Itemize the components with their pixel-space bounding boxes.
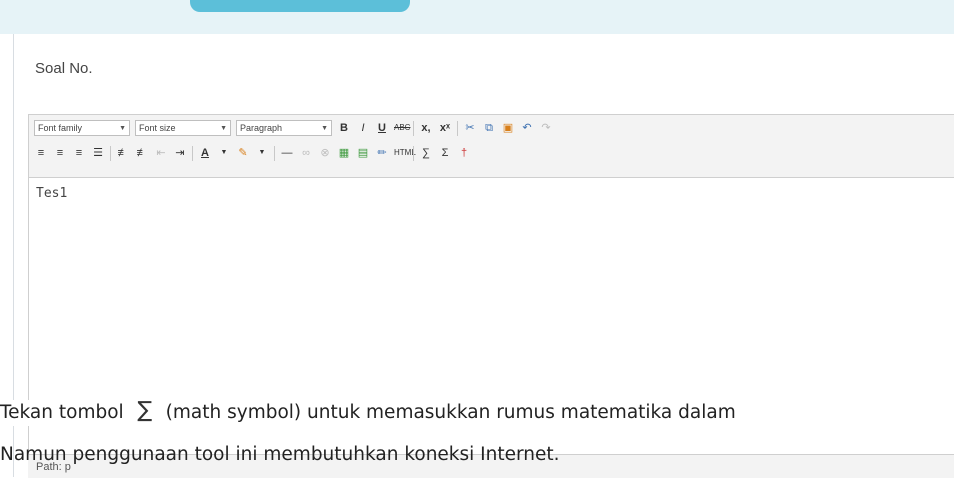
- math-equation-icon[interactable]: ∑: [419, 145, 433, 161]
- cut-icon[interactable]: ✂: [463, 120, 477, 136]
- instruction-line-2: Namun penggunaan tool ini membutuhkan ko…: [0, 444, 560, 465]
- paste-icon[interactable]: ▣: [501, 120, 515, 136]
- bold-button[interactable]: B: [337, 120, 351, 136]
- font-size-select[interactable]: Font size ▼: [135, 120, 231, 136]
- highlight-color-icon[interactable]: ✎: [236, 145, 250, 161]
- align-center-icon[interactable]: ≡: [53, 145, 67, 161]
- horizontal-rule-icon[interactable]: —: [280, 145, 294, 161]
- paragraph-select[interactable]: Paragraph ▼: [236, 120, 332, 136]
- editor-toolbar: Font family ▼ Font size ▼ Paragraph ▼ B I U…: [29, 115, 954, 178]
- chevron-down-icon[interactable]: ▼: [255, 145, 269, 161]
- unlink-icon[interactable]: ⊗: [318, 145, 332, 161]
- table-icon[interactable]: ▤: [356, 145, 370, 161]
- undo-icon[interactable]: ↶: [520, 120, 534, 136]
- italic-button[interactable]: I: [356, 120, 370, 136]
- instruction-prefix: Tekan tombol: [0, 402, 124, 423]
- toolbar-separator: [457, 120, 458, 136]
- toolbar-separator: [192, 145, 193, 161]
- toolbar-row-2: ≡ ≡ ≡ ☰ ≢ ≢ ⇤ ⇥ A ▼ ✎ ▼ — ∞ ⊗ ▦ ▤ ✏ HTML…: [34, 143, 471, 163]
- font-family-label: Font family: [38, 123, 83, 133]
- top-band: [0, 0, 954, 34]
- instruction-line-1: Tekan tombol ∑ (math symbol) untuk memasuk…: [0, 398, 736, 426]
- toolbar-separator: [274, 145, 275, 161]
- chevron-down-icon: ▼: [321, 124, 328, 132]
- underline-button[interactable]: U: [375, 120, 389, 136]
- chevron-down-icon: ▼: [119, 124, 126, 132]
- toolbar-row-1: Font family ▼ Font size ▼ Paragraph ▼ B I U…: [34, 118, 553, 138]
- html-source-icon[interactable]: HTML: [394, 145, 416, 161]
- editor-content: Tes1: [36, 186, 68, 201]
- toolbar-separator: [413, 145, 414, 161]
- text-color-icon[interactable]: A: [198, 145, 212, 161]
- edit-icon[interactable]: ✏: [375, 145, 389, 161]
- strikethrough-button[interactable]: ABC: [394, 120, 410, 136]
- paragraph-label: Paragraph: [240, 123, 283, 133]
- superscript-button[interactable]: xˣ: [438, 120, 452, 136]
- unordered-list-icon[interactable]: ≢: [135, 145, 149, 161]
- ordered-list-icon[interactable]: ≢: [116, 145, 130, 161]
- link-icon[interactable]: ∞: [299, 145, 313, 161]
- question-label: Soal No.: [35, 60, 93, 77]
- chevron-down-icon[interactable]: ▼: [217, 145, 231, 161]
- sigma-icon: ∑: [137, 398, 153, 423]
- image-icon[interactable]: ▦: [337, 145, 351, 161]
- special-symbol-icon[interactable]: †: [457, 145, 471, 161]
- align-right-icon[interactable]: ≡: [72, 145, 86, 161]
- active-tab-indicator[interactable]: [190, 0, 410, 12]
- indent-icon[interactable]: ⇥: [173, 145, 187, 161]
- copy-icon[interactable]: ⧉: [482, 120, 496, 136]
- redo-icon[interactable]: ↷: [539, 120, 553, 136]
- align-left-icon[interactable]: ≡: [34, 145, 48, 161]
- summation-icon[interactable]: Σ: [438, 145, 452, 161]
- toolbar-separator: [110, 145, 111, 161]
- font-size-label: Font size: [139, 123, 176, 133]
- align-justify-icon[interactable]: ☰: [91, 145, 105, 161]
- chevron-down-icon: ▼: [220, 124, 227, 132]
- instruction-suffix: (math symbol) untuk memasukkan rumus mat…: [165, 402, 736, 423]
- subscript-button[interactable]: x,: [419, 120, 433, 136]
- outdent-icon[interactable]: ⇤: [154, 145, 168, 161]
- toolbar-separator: [413, 120, 414, 136]
- font-family-select[interactable]: Font family ▼: [34, 120, 130, 136]
